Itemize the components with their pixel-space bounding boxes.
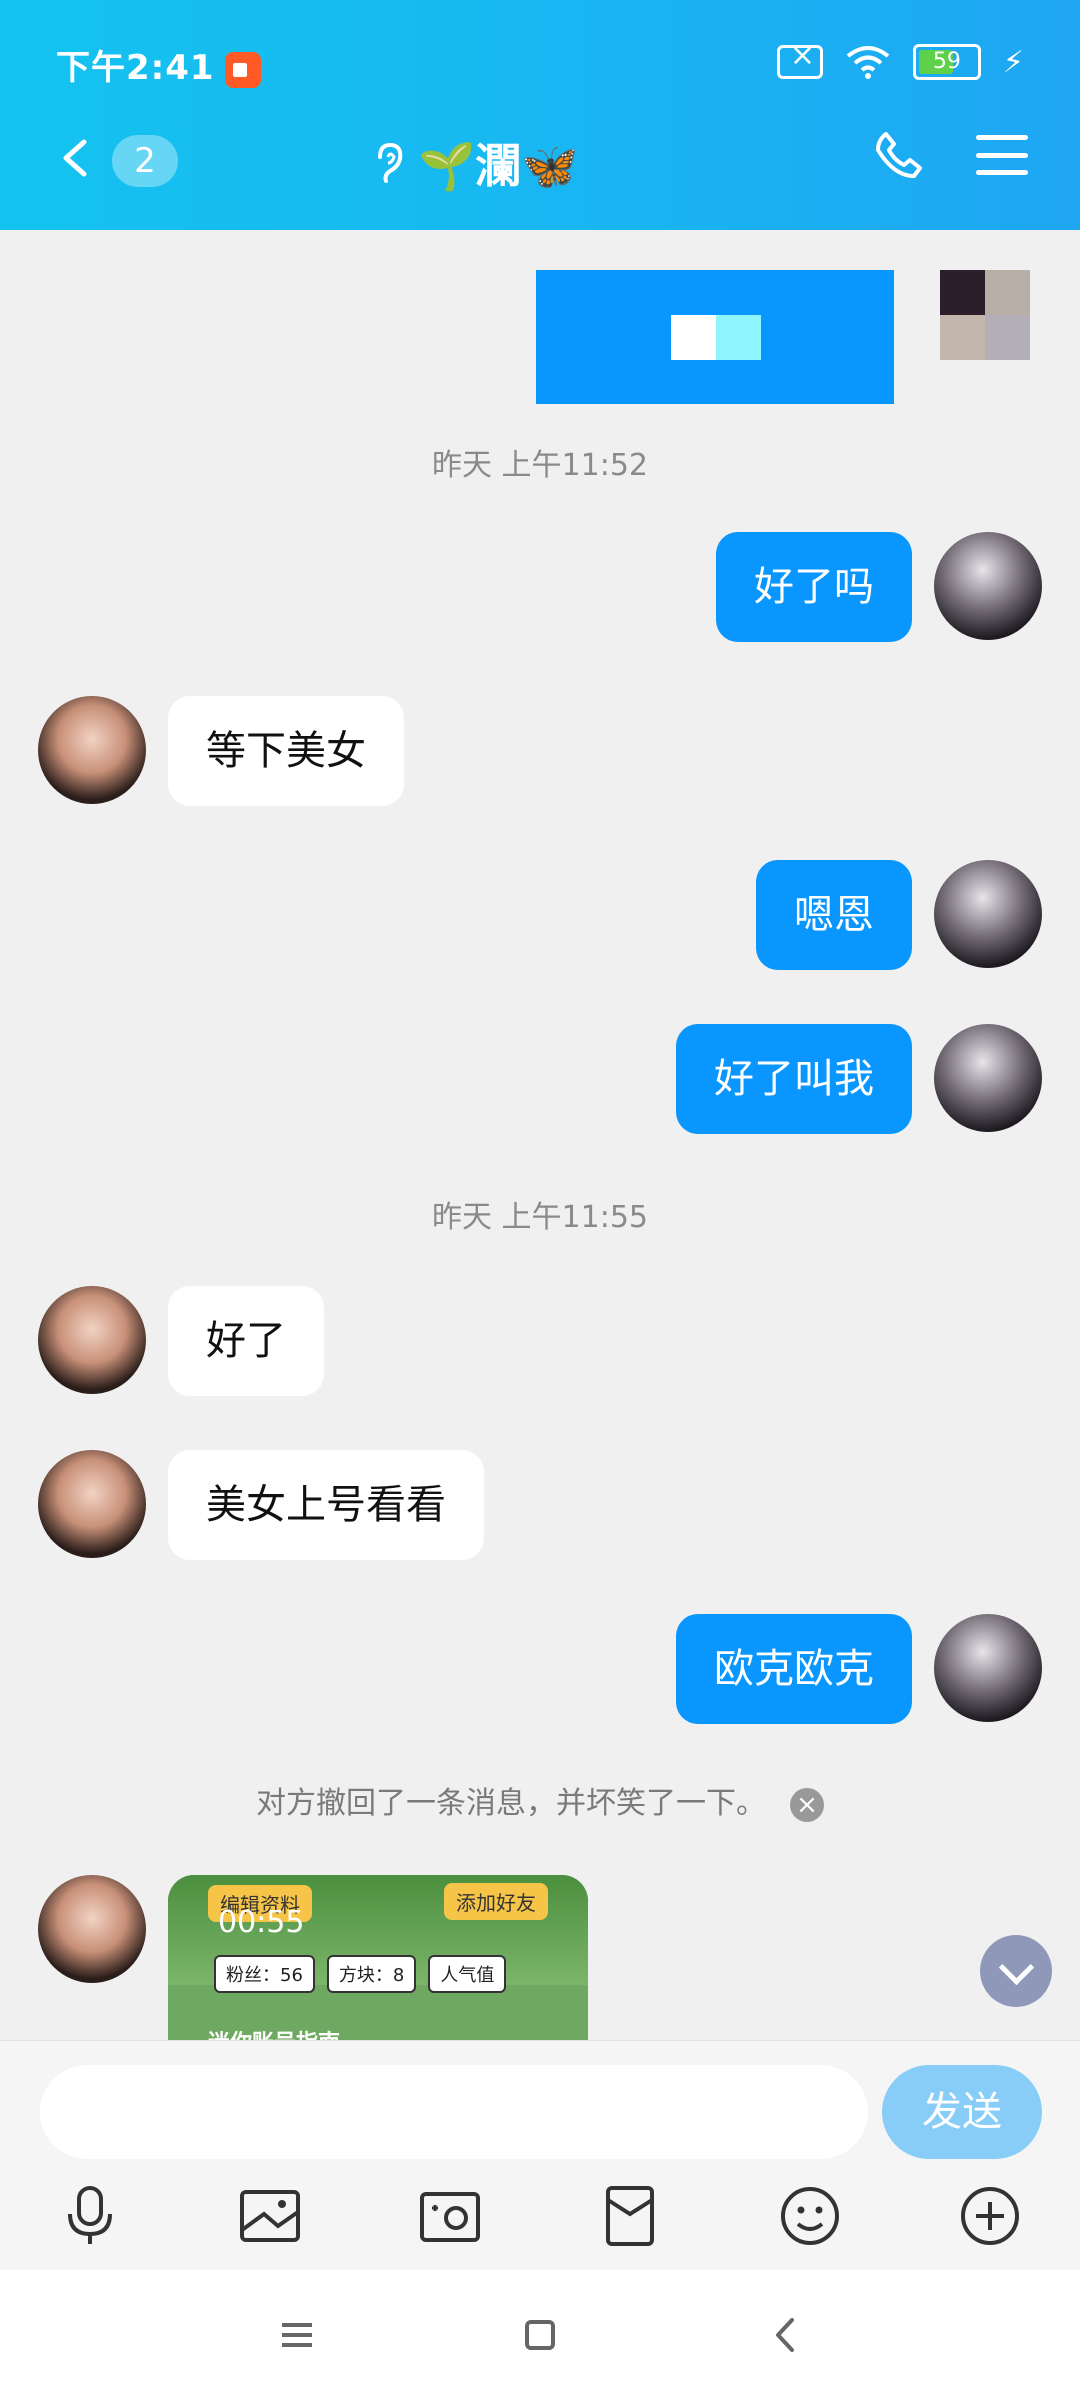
chat-area[interactable]: 昨天 上午11:52 好了吗 等下美女 嗯恩 好了叫我 昨天 上午11:55 好…: [0, 230, 1080, 2040]
fans-count: 粉丝：56: [214, 1955, 315, 1993]
input-toolbar: [0, 2181, 1080, 2251]
message-bubble-in[interactable]: 等下美女: [168, 696, 404, 806]
message-bubble-out[interactable]: 好了叫我: [676, 1024, 912, 1134]
my-avatar[interactable]: [934, 1614, 1042, 1722]
clock: 下午2:41: [56, 48, 215, 88]
home-icon[interactable]: [515, 2310, 565, 2360]
message-bubble-in[interactable]: 好了: [168, 1286, 324, 1396]
recent-apps-icon[interactable]: [272, 2310, 322, 2360]
video-stats: 粉丝：56 方块：8 人气值: [214, 1955, 507, 1993]
emoji-icon[interactable]: [775, 2181, 845, 2251]
popularity: 人气值: [428, 1955, 507, 1993]
timestamp: 昨天 上午11:55: [432, 1200, 648, 1235]
redacted-image-message[interactable]: [536, 270, 894, 404]
image-icon[interactable]: [235, 2181, 305, 2251]
my-avatar[interactable]: [934, 1024, 1042, 1132]
blocks-count: 方块：8: [326, 1955, 417, 1993]
message-input[interactable]: [40, 2065, 868, 2159]
ear-icon: [378, 142, 403, 183]
contact-avatar[interactable]: [38, 1450, 146, 1558]
battery-icon: 59: [912, 44, 981, 80]
my-avatar[interactable]: [934, 860, 1042, 968]
more-plus-icon[interactable]: [955, 2181, 1025, 2251]
back-nav-icon[interactable]: [762, 2310, 812, 2360]
video-message[interactable]: 编辑资料 添加好友 00:55 粉丝：56 方块：8 人气值 迷你账号指南: [168, 1875, 588, 2040]
contact-name: 🌱瀾🦋: [418, 139, 579, 193]
charging-icon: ⚡: [1002, 44, 1024, 80]
close-icon[interactable]: ×: [790, 1787, 824, 1822]
add-friend-tag: 添加好友: [444, 1883, 548, 1920]
header-actions: [874, 130, 1028, 180]
contact-avatar[interactable]: [38, 1875, 146, 1983]
my-avatar[interactable]: [934, 532, 1042, 640]
phone-call-icon[interactable]: [874, 130, 924, 180]
video-title: 迷你账号指南: [208, 2025, 340, 2040]
voice-icon[interactable]: [55, 2181, 125, 2251]
redacted-avatar: [940, 270, 1030, 360]
send-button[interactable]: 发送: [882, 2065, 1042, 2159]
contact-avatar[interactable]: [38, 696, 146, 804]
message-bubble-out[interactable]: 好了吗: [716, 532, 912, 642]
back-icon[interactable]: [56, 138, 96, 178]
camera-icon[interactable]: [415, 2181, 485, 2251]
message-bubble-out[interactable]: 嗯恩: [756, 860, 912, 970]
status-icons: 59 ⚡: [776, 38, 1024, 80]
recall-notice: 对方撤回了一条消息，并坏笑了一下。 ×: [0, 1778, 1080, 1822]
recall-text: 对方撤回了一条消息，并坏笑了一下。: [256, 1786, 766, 1821]
menu-icon[interactable]: [976, 135, 1028, 175]
unread-count-badge[interactable]: 2: [112, 135, 178, 187]
no-sim-icon: [776, 38, 823, 79]
contact-avatar[interactable]: [38, 1286, 146, 1394]
timestamp: 昨天 上午11:52: [432, 448, 648, 483]
screen-record-icon: [224, 51, 261, 88]
scroll-to-bottom-button[interactable]: [980, 1935, 1052, 2007]
red-packet-icon[interactable]: [595, 2181, 665, 2251]
message-bubble-in[interactable]: 美女上号看看: [168, 1450, 484, 1560]
contact-title[interactable]: 🌱瀾🦋: [370, 130, 579, 196]
input-bar: 发送: [0, 2040, 1080, 2271]
video-duration: 00:55: [218, 1905, 305, 1940]
status-time: 下午2:41: [56, 40, 261, 89]
chat-header: 下午2:41 59 ⚡ 2 🌱瀾🦋: [0, 0, 1080, 230]
system-navigation-bar: [0, 2270, 1080, 2400]
message-bubble-out[interactable]: 欧克欧克: [676, 1614, 912, 1724]
wifi-icon: [846, 46, 890, 79]
